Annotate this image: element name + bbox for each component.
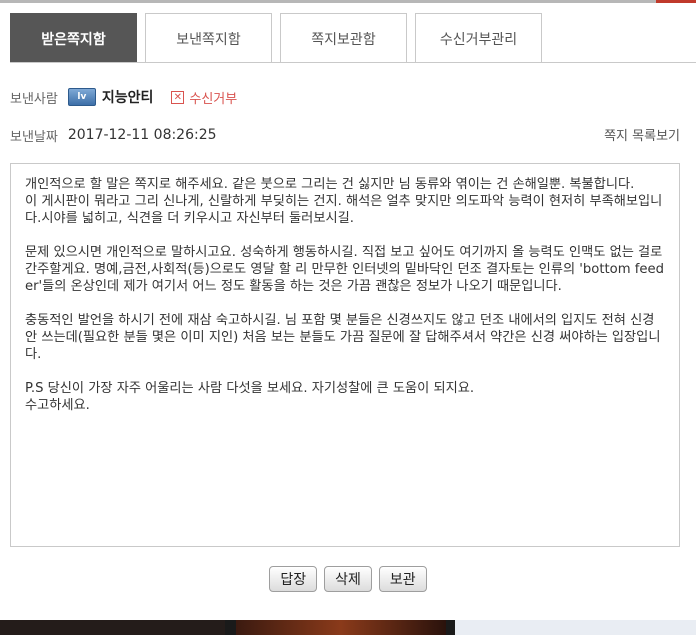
background-page-strip — [0, 620, 696, 635]
sender-row: 보낸사람 lv 지능안티 ✕ 수신거부 — [10, 86, 237, 108]
sent-date: 2017-12-11 08:26:25 — [67, 127, 217, 143]
message-body: 개인적으로 할 말은 쪽지로 해주세요. 같은 붓으로 그리는 건 싫지만 님 … — [10, 163, 680, 547]
x-box-icon[interactable]: ✕ — [171, 90, 185, 104]
tab-sent[interactable]: 보낸쪽지함 — [145, 13, 272, 63]
background-image — [236, 620, 446, 635]
tab-block-management[interactable]: 수신거부관리 — [415, 13, 542, 63]
background-panel-right — [455, 620, 696, 635]
archive-button[interactable]: 보관 — [378, 566, 427, 592]
message-tabs: 받은쪽지함 보낸쪽지함 쪽지보관함 수신거부관리 — [10, 13, 550, 63]
date-row: 보낸날짜 2017-12-11 08:26:25 — [10, 125, 217, 145]
tab-archive[interactable]: 쪽지보관함 — [280, 13, 407, 63]
action-buttons: 답장 삭제 보관 — [0, 566, 696, 592]
user-level-icon: lv — [67, 88, 96, 106]
reply-button[interactable]: 답장 — [269, 566, 318, 592]
message-list-link[interactable]: 쪽지 목록보기 — [604, 125, 680, 144]
delete-button[interactable]: 삭제 — [324, 566, 372, 592]
sender-label: 보낸사람 — [10, 91, 58, 107]
tab-divider — [10, 62, 696, 63]
top-edge-bar — [0, 0, 696, 3]
tab-inbox[interactable]: 받은쪽지함 — [10, 13, 137, 63]
block-sender-link[interactable]: 수신거부 — [189, 88, 237, 107]
sender-name[interactable]: 지능안티 — [102, 87, 154, 107]
date-label: 보낸날짜 — [10, 129, 58, 145]
background-panel-left — [0, 620, 225, 635]
